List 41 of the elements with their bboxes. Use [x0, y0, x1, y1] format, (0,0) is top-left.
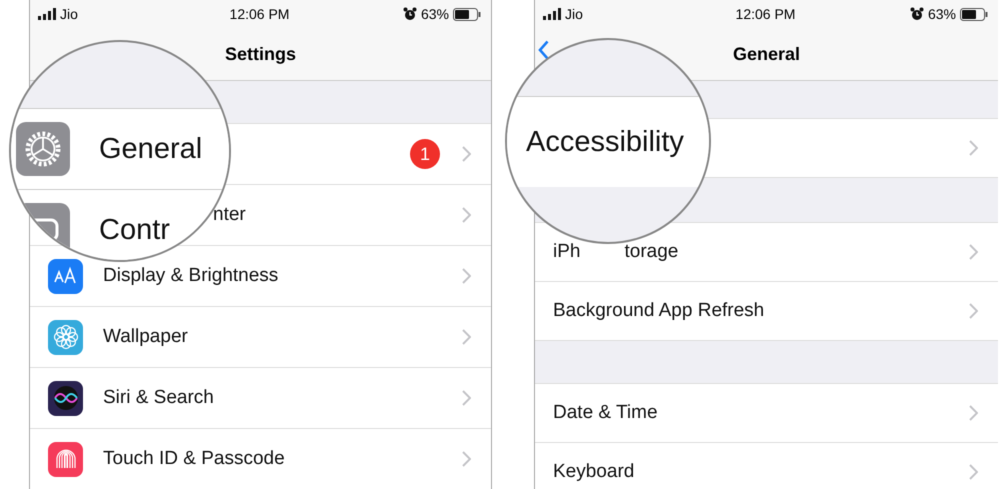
carrier-name: Jio [565, 6, 583, 22]
chevron-icon [462, 451, 471, 467]
chevron-icon [969, 405, 978, 421]
carrier-name: Jio [60, 6, 78, 22]
alarm-clock-icon [910, 7, 924, 21]
row-label: Wallpaper [103, 326, 188, 348]
chevron-icon [462, 268, 471, 284]
text-size-icon [52, 266, 78, 286]
battery-icon [453, 8, 481, 20]
chevron-icon [969, 140, 978, 156]
magnified-label: General [99, 132, 202, 166]
magnified-label: Contr [99, 214, 170, 246]
signal-icon [543, 8, 561, 20]
row-label: nter [213, 204, 246, 226]
row-label: Display & Brightness [103, 265, 278, 287]
signal-icon [38, 8, 56, 20]
row-label: Siri & Search [103, 387, 214, 409]
back-icon[interactable] [538, 40, 549, 60]
row-label: Date & Time [553, 402, 658, 424]
notification-badge: 1 [410, 139, 440, 169]
row-label: Background App Refresh [553, 300, 764, 322]
screen-title: Settings [224, 44, 296, 64]
clock-time: 12:06 PM [736, 6, 796, 22]
battery-icon [960, 8, 988, 20]
battery-percent: 63% [928, 6, 956, 22]
row-label: Touch ID & Passcode [103, 448, 285, 470]
clock-time: 12:06 PM [230, 6, 290, 22]
battery-percent: 63% [420, 6, 449, 22]
chevron-icon [969, 303, 978, 319]
row-label: torage [624, 241, 678, 263]
alarm-clock-icon [402, 7, 417, 21]
magnified-label: Accessibility [526, 126, 684, 158]
chevron-icon [462, 146, 471, 162]
screen-title: General [732, 44, 800, 64]
chevron-icon [462, 207, 471, 223]
row-label: Keyboard [553, 461, 634, 483]
chevron-icon [462, 390, 471, 406]
chevron-icon [969, 244, 978, 260]
chevron-icon [969, 464, 978, 480]
row-label: iPh [553, 241, 580, 263]
chevron-icon [462, 329, 471, 345]
